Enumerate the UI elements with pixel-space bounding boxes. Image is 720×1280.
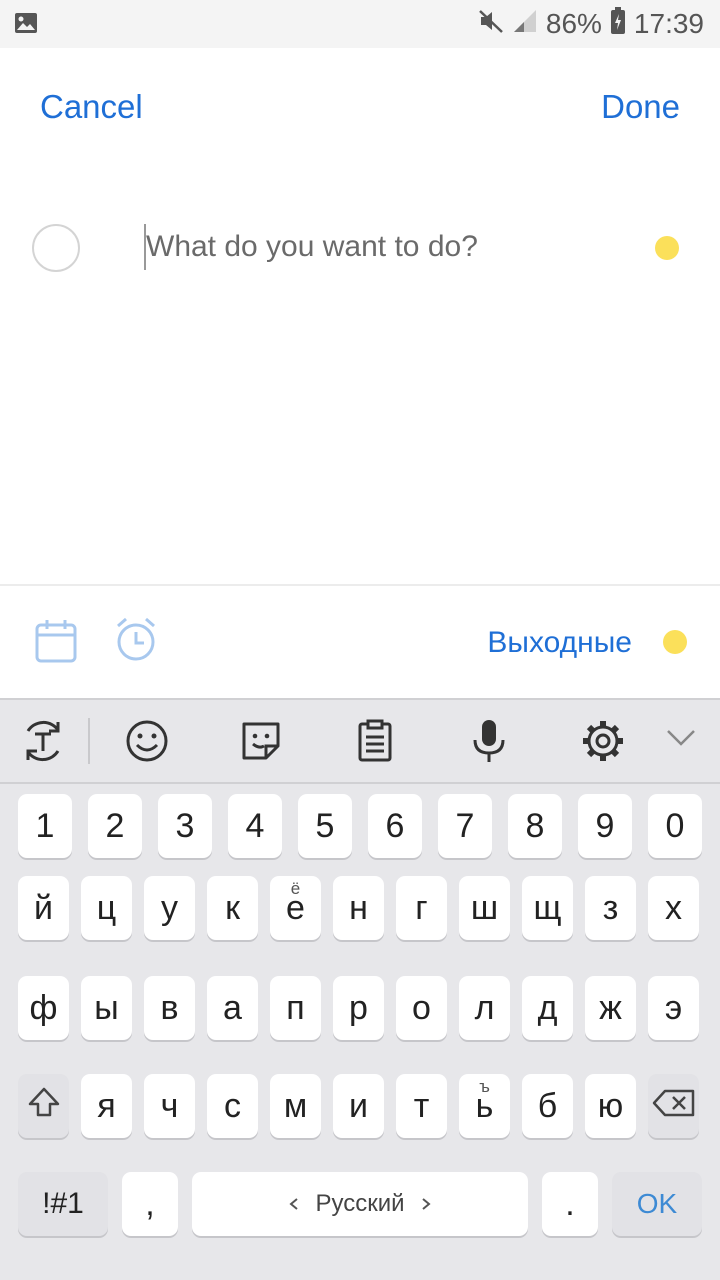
key-letter-with-hint[interactable]: ъь	[459, 1074, 510, 1138]
key-letter[interactable]: г	[396, 876, 447, 940]
clipboard-icon[interactable]	[352, 718, 398, 769]
task-title-input[interactable]	[144, 224, 626, 270]
backspace-icon	[652, 1087, 696, 1126]
key-letter[interactable]: л	[459, 976, 510, 1040]
key-0[interactable]: 0	[648, 794, 702, 858]
gallery-notification-icon	[14, 12, 38, 39]
battery-icon	[610, 6, 626, 42]
space-language-label: Русский	[315, 1190, 405, 1217]
keyboard-toolbar	[0, 698, 720, 784]
battery-percent: 86%	[545, 8, 602, 39]
key-letter[interactable]: ч	[144, 1074, 195, 1138]
key-letter[interactable]: и	[333, 1074, 384, 1138]
key-letter[interactable]: с	[207, 1074, 258, 1138]
key-letter[interactable]: ц	[81, 876, 132, 940]
emoji-icon[interactable]	[124, 718, 170, 769]
header: Cancel Done	[0, 48, 720, 168]
shift-key[interactable]	[18, 1074, 69, 1138]
task-options-toolbar: Выходные	[0, 586, 720, 698]
mute-icon	[478, 8, 504, 41]
key-letter[interactable]: к	[207, 876, 258, 940]
key-8[interactable]: 8	[508, 794, 562, 858]
list-selector[interactable]: Выходные	[487, 626, 632, 660]
translate-icon[interactable]	[20, 718, 66, 769]
key-letter[interactable]: б	[522, 1074, 573, 1138]
key-letter[interactable]: ы	[81, 976, 132, 1040]
toolbar-separator	[88, 718, 90, 764]
key-letter[interactable]: й	[18, 876, 69, 940]
calendar-icon[interactable]	[34, 618, 78, 669]
clock: 17:39	[633, 8, 704, 39]
key-letter-with-hint[interactable]: ёе	[270, 876, 321, 940]
key-5[interactable]: 5	[298, 794, 352, 858]
key-letter[interactable]: щ	[522, 876, 573, 940]
chevron-down-icon[interactable]	[666, 728, 696, 753]
key-letter[interactable]: в	[144, 976, 195, 1040]
key-letter[interactable]: ю	[585, 1074, 636, 1138]
key-letter[interactable]: а	[207, 976, 258, 1040]
key-letter[interactable]: у	[144, 876, 195, 940]
key-1[interactable]: 1	[18, 794, 72, 858]
key-3[interactable]: 3	[158, 794, 212, 858]
status-bar: 86% 17:39	[0, 0, 720, 48]
key-letter[interactable]: т	[396, 1074, 447, 1138]
key-9[interactable]: 9	[578, 794, 632, 858]
done-button[interactable]: Done	[601, 88, 680, 126]
key-letter[interactable]: м	[270, 1074, 321, 1138]
keyboard: 1 2 3 4 5 6 7 8 9 0 й ц у к ёе н г ш щ з…	[0, 698, 720, 1280]
key-letter[interactable]: ш	[459, 876, 510, 940]
sticker-icon[interactable]	[238, 718, 284, 769]
key-hint: ё	[290, 879, 301, 898]
key-6[interactable]: 6	[368, 794, 422, 858]
key-letter[interactable]: о	[396, 976, 447, 1040]
key-letter[interactable]: э	[648, 976, 699, 1040]
key-letter[interactable]: п	[270, 976, 321, 1040]
arrow-right-icon	[421, 1190, 431, 1218]
backspace-key[interactable]	[648, 1074, 699, 1138]
key-4[interactable]: 4	[228, 794, 282, 858]
key-2[interactable]: 2	[88, 794, 142, 858]
comma-key[interactable]: ,	[122, 1172, 178, 1236]
arrow-left-icon	[289, 1190, 299, 1218]
key-letter[interactable]: ж	[585, 976, 636, 1040]
key-letter[interactable]: я	[81, 1074, 132, 1138]
key-letter[interactable]: х	[648, 876, 699, 940]
ok-key[interactable]: OK	[612, 1172, 702, 1236]
key-hint: ъ	[479, 1077, 490, 1096]
list-color-dot	[655, 236, 679, 260]
list-color-dot	[663, 630, 687, 654]
signal-icon	[512, 8, 538, 41]
settings-gear-icon[interactable]	[580, 718, 626, 769]
key-letter[interactable]: д	[522, 976, 573, 1040]
space-key[interactable]: Русский	[192, 1172, 528, 1236]
key-letter[interactable]: р	[333, 976, 384, 1040]
key-letter[interactable]: з	[585, 876, 636, 940]
key-letter[interactable]: н	[333, 876, 384, 940]
symbols-key[interactable]: !#1	[18, 1172, 108, 1236]
key-letter[interactable]: ф	[18, 976, 69, 1040]
microphone-icon[interactable]	[466, 718, 512, 769]
shift-icon	[27, 1085, 61, 1128]
period-key[interactable]: .	[542, 1172, 598, 1236]
alarm-clock-icon[interactable]	[114, 616, 158, 669]
complete-checkbox[interactable]	[32, 224, 80, 272]
new-task-row	[0, 200, 720, 300]
cancel-button[interactable]: Cancel	[40, 88, 143, 126]
key-7[interactable]: 7	[438, 794, 492, 858]
